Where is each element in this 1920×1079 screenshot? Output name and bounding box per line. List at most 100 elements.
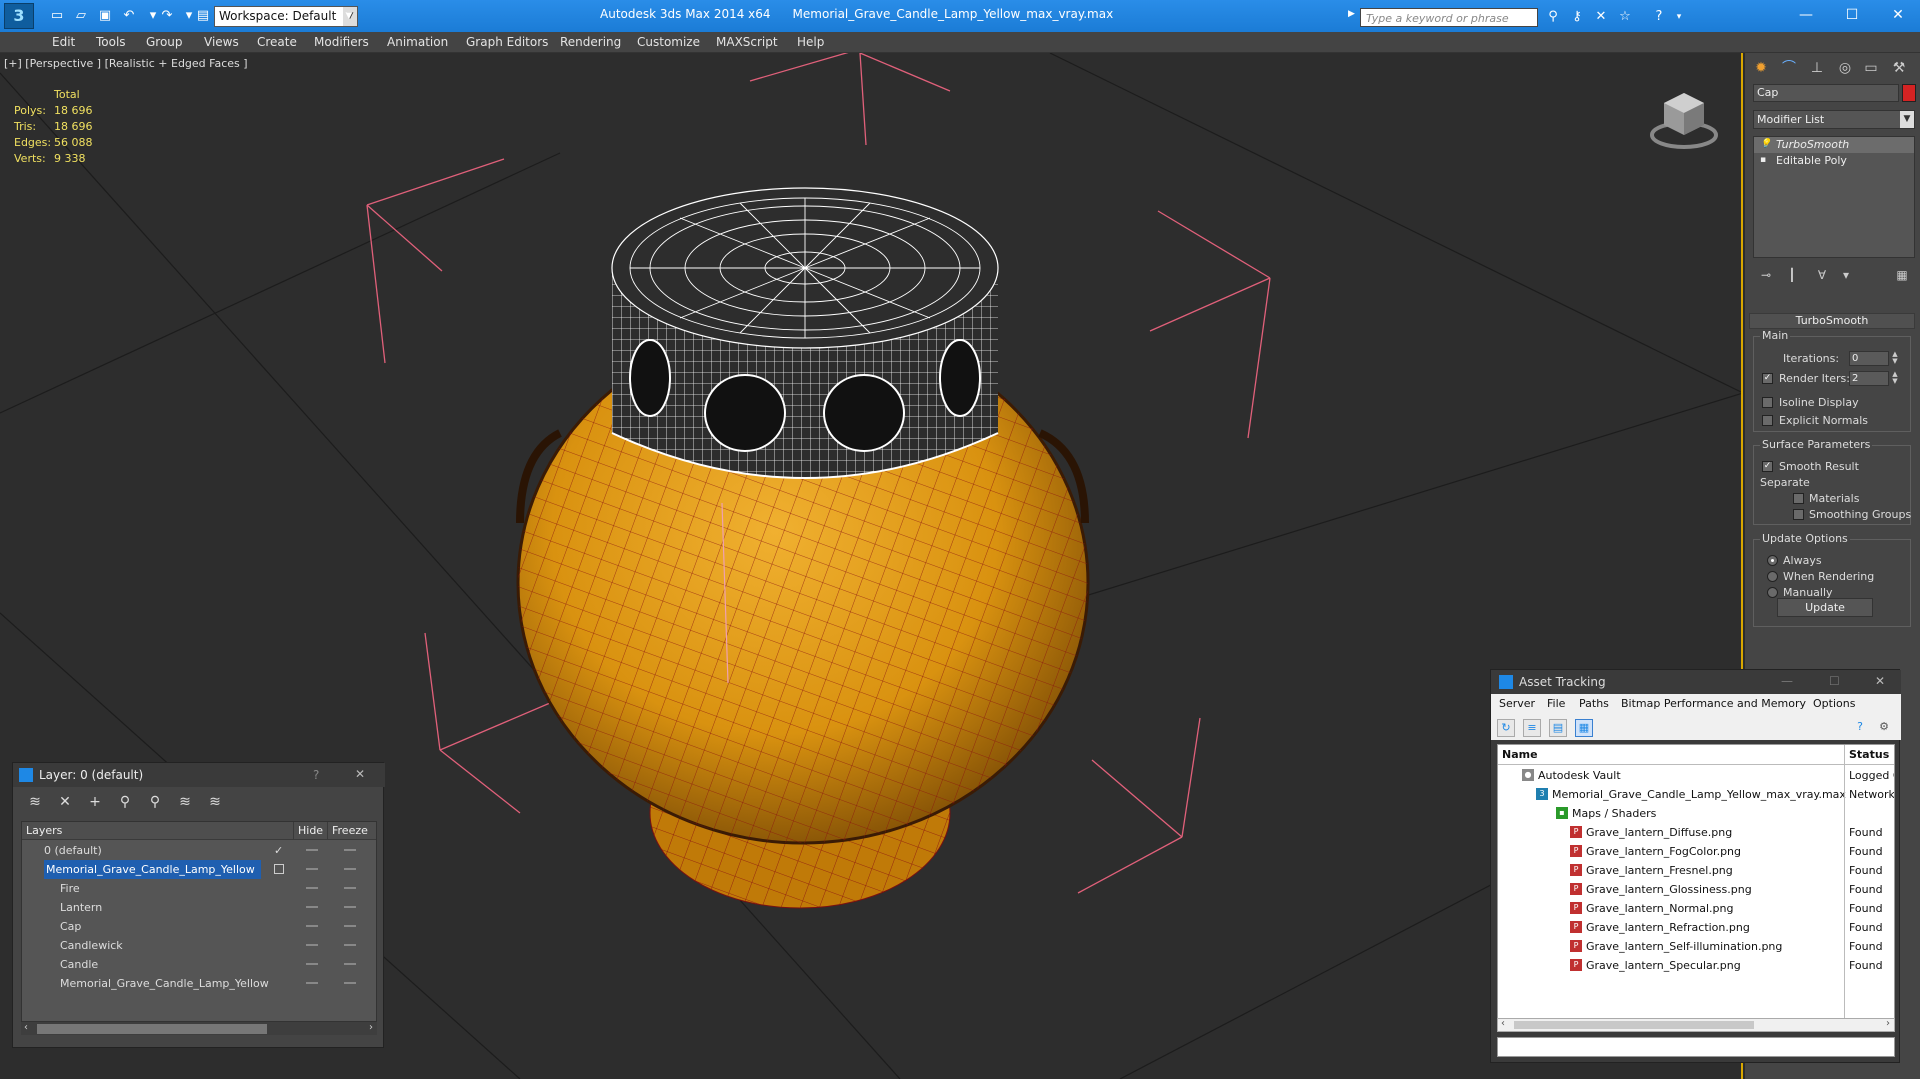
scroll-right-icon[interactable]: › — [1886, 1018, 1890, 1029]
horizontal-scrollbar[interactable]: ‹ › — [21, 1021, 377, 1035]
render-iters-spinner[interactable]: 2 — [1849, 371, 1889, 386]
binoculars-icon[interactable]: ⚲ — [1544, 8, 1562, 26]
menu-help[interactable]: Help — [797, 35, 824, 49]
close-button[interactable]: ✕ — [1875, 674, 1885, 688]
active-layer-check-icon[interactable]: ✓ — [274, 841, 283, 860]
layer-window-titlebar[interactable]: Layer: 0 (default) ? ✕ — [13, 763, 385, 787]
help-button[interactable]: ? — [313, 768, 319, 782]
update-always-radio[interactable] — [1767, 555, 1778, 566]
asset-menu-server[interactable]: Server — [1499, 697, 1535, 710]
highlight-layer-icon[interactable]: ⚲ — [145, 793, 165, 811]
expand-plus-icon[interactable]: ▪ — [1760, 155, 1770, 165]
redo-icon[interactable]: ↷ — [158, 7, 176, 25]
layer-row[interactable]: Cap — [22, 917, 376, 936]
set-active-box-icon[interactable] — [274, 864, 284, 874]
scroll-left-icon[interactable]: ‹ — [24, 1022, 28, 1033]
materials-checkbox[interactable] — [1793, 493, 1804, 504]
asset-row[interactable]: P Grave_lantern_Self-illumination.png Fo… — [1498, 937, 1894, 956]
modify-tab-icon[interactable]: ⌒ — [1777, 57, 1801, 79]
hide-all-icon[interactable]: ≋ — [175, 793, 195, 811]
pin-stack-icon[interactable]: ⊸ — [1757, 267, 1775, 283]
asset-row[interactable]: ● Autodesk Vault Logged C — [1498, 766, 1894, 785]
freeze-toggle[interactable] — [344, 925, 356, 927]
render-iters-checkbox[interactable]: ✓ — [1762, 373, 1773, 384]
utilities-tab-icon[interactable]: ⚒ — [1887, 57, 1911, 79]
object-color-swatch[interactable] — [1902, 84, 1916, 102]
lamp-model[interactable] — [516, 187, 1090, 909]
app-logo-icon[interactable]: 3 — [4, 3, 34, 29]
maximize-button[interactable]: ☐ — [1838, 4, 1866, 26]
column-header-freeze[interactable]: Freeze — [328, 822, 376, 840]
asset-row[interactable]: 3 Memorial_Grave_Candle_Lamp_Yellow_max_… — [1498, 785, 1894, 804]
asset-row[interactable]: P Grave_lantern_Glossiness.png Found — [1498, 880, 1894, 899]
menu-maxscript[interactable]: MAXScript — [716, 35, 778, 49]
table-view-icon[interactable]: ▦ — [1575, 719, 1593, 737]
menu-views[interactable]: Views — [204, 35, 239, 49]
add-to-layer-icon[interactable]: + — [85, 793, 105, 811]
display-tab-icon[interactable]: ▭ — [1859, 57, 1883, 79]
stack-item-editable-poly[interactable]: ▪ Editable Poly — [1754, 153, 1914, 169]
viewport-label[interactable]: [+] [Perspective ] [Realistic + Edged Fa… — [4, 57, 248, 70]
freeze-all-icon[interactable]: ≋ — [205, 793, 225, 811]
menu-tools[interactable]: Tools — [96, 35, 126, 49]
lightbulb-icon[interactable]: 💡 — [1760, 139, 1771, 149]
scroll-thumb[interactable] — [37, 1024, 267, 1034]
update-when-rendering-radio[interactable] — [1767, 571, 1778, 582]
menu-group[interactable]: Group — [146, 35, 183, 49]
motion-tab-icon[interactable]: ◎ — [1833, 57, 1857, 79]
menu-rendering[interactable]: Rendering — [560, 35, 621, 49]
column-header-name[interactable]: Name — [1498, 745, 1844, 765]
layer-row[interactable]: Fire — [22, 879, 376, 898]
hide-toggle[interactable] — [306, 887, 318, 889]
asset-row[interactable]: ▪ Maps / Shaders — [1498, 804, 1894, 823]
menu-edit[interactable]: Edit — [52, 35, 75, 49]
asset-menu-file[interactable]: File — [1547, 697, 1565, 710]
iterations-spinner[interactable]: 0 — [1849, 351, 1889, 366]
favorites-star-icon[interactable]: ☆ — [1616, 8, 1634, 26]
asset-row[interactable]: P Grave_lantern_Specular.png Found — [1498, 956, 1894, 975]
spinner-arrows-icon[interactable]: ▲ ▼ — [1891, 371, 1899, 386]
minimize-button[interactable]: — — [1781, 674, 1793, 688]
minimize-button[interactable]: — — [1792, 4, 1820, 26]
object-name-field[interactable]: Cap — [1753, 84, 1899, 102]
freeze-toggle[interactable] — [344, 868, 356, 870]
asset-row[interactable]: P Grave_lantern_FogColor.png Found — [1498, 842, 1894, 861]
hide-toggle[interactable] — [306, 849, 318, 851]
layer-row[interactable]: Candle — [22, 955, 376, 974]
hide-toggle[interactable] — [306, 982, 318, 984]
asset-menu-options[interactable]: Options — [1813, 697, 1855, 710]
configure-sets-icon[interactable]: ▦ — [1893, 267, 1911, 283]
spinner-arrows-icon[interactable]: ▲ ▼ — [1891, 351, 1899, 366]
explicit-normals-checkbox[interactable] — [1762, 415, 1773, 426]
open-file-icon[interactable]: ▱ — [72, 7, 90, 25]
hide-toggle[interactable] — [306, 906, 318, 908]
quick-access-menu-icon[interactable]: ▼ — [340, 7, 358, 25]
communication-icon[interactable]: ✕ — [1592, 8, 1610, 26]
modifier-list-dropdown[interactable]: Modifier List ▼ — [1753, 110, 1915, 129]
asset-row[interactable]: P Grave_lantern_Fresnel.png Found — [1498, 861, 1894, 880]
hide-toggle[interactable] — [306, 963, 318, 965]
freeze-toggle[interactable] — [344, 849, 356, 851]
asset-row[interactable]: P Grave_lantern_Diffuse.png Found — [1498, 823, 1894, 842]
smooth-result-checkbox[interactable]: ✓ — [1762, 461, 1773, 472]
menu-create[interactable]: Create — [257, 35, 297, 49]
help-dropdown-icon[interactable]: ▾ — [1670, 8, 1688, 26]
hide-toggle[interactable] — [306, 925, 318, 927]
update-button[interactable]: Update — [1777, 598, 1873, 617]
turbosmooth-rollout-header[interactable]: TurboSmooth — [1749, 313, 1915, 329]
create-layer-icon[interactable]: ≋ — [25, 793, 45, 811]
scroll-left-icon[interactable]: ‹ — [1501, 1018, 1505, 1029]
stack-item-turbosmooth[interactable]: 💡 TurboSmooth — [1754, 137, 1914, 153]
maximize-button[interactable]: ☐ — [1829, 674, 1840, 688]
hierarchy-tab-icon[interactable]: ⊥ — [1805, 57, 1829, 79]
layer-row[interactable]: Candlewick — [22, 936, 376, 955]
column-header-hide[interactable]: Hide — [294, 822, 328, 840]
update-manually-radio[interactable] — [1767, 587, 1778, 598]
save-file-icon[interactable]: ▣ — [96, 7, 114, 25]
hide-toggle[interactable] — [306, 868, 318, 870]
subscription-icon[interactable]: ⚷ — [1568, 8, 1586, 26]
select-objects-icon[interactable]: ⚲ — [115, 793, 135, 811]
asset-row[interactable]: P Grave_lantern_Normal.png Found — [1498, 899, 1894, 918]
layer-row[interactable]: Memorial_Grave_Candle_Lamp_Yellow — [22, 860, 376, 879]
settings-icon[interactable]: ⚙ — [1875, 719, 1893, 737]
